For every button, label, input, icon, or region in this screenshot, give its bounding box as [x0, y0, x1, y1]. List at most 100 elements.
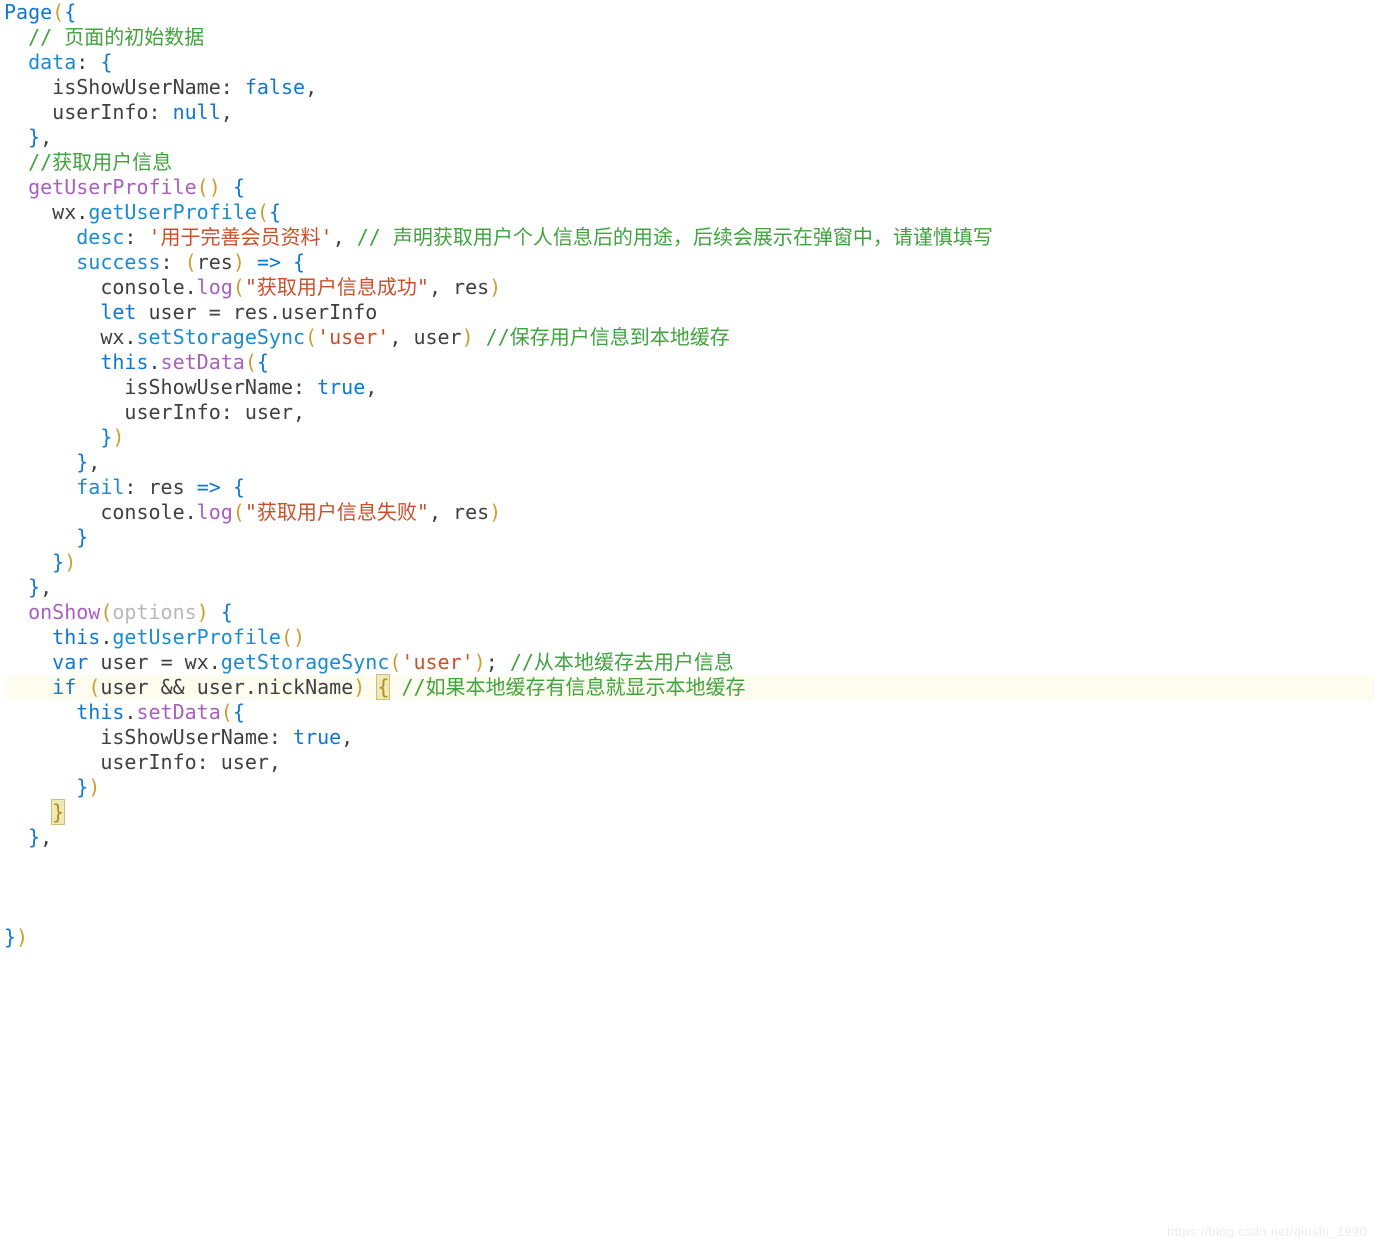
- comma: ,: [365, 375, 377, 399]
- param-res: res: [197, 250, 233, 274]
- call-setStorageSync: setStorageSync: [136, 325, 305, 349]
- arrow: =>: [257, 250, 281, 274]
- semi: ;: [486, 650, 498, 674]
- eq: =: [161, 650, 173, 674]
- prop-isShowUserName: isShowUserName: [124, 375, 293, 399]
- ident-res: res: [453, 500, 489, 524]
- colon: :: [161, 250, 173, 274]
- call-setData: setData: [161, 350, 245, 374]
- brace-open: {: [221, 600, 233, 624]
- prop-isShowUserName: isShowUserName: [52, 75, 221, 99]
- comma: ,: [341, 725, 353, 749]
- brace-close: }: [76, 450, 88, 474]
- val-true: true: [317, 375, 365, 399]
- param-options: options: [112, 600, 196, 624]
- prop-data: data: [28, 50, 76, 74]
- and: &&: [161, 675, 185, 699]
- comma: ,: [293, 400, 305, 424]
- brace-open: {: [269, 200, 281, 224]
- fn-onShow: onShow: [28, 600, 100, 624]
- code-editor[interactable]: Page({ // 页面的初始数据 data: { isShowUserName…: [0, 0, 1379, 950]
- brace-open: {: [233, 475, 245, 499]
- brace-highlight-open: {: [377, 675, 389, 699]
- kw-let: let: [100, 300, 136, 324]
- ident-user: user: [197, 675, 245, 699]
- brace-close: }: [4, 925, 16, 949]
- kw-var: var: [52, 650, 88, 674]
- ident-user: user: [413, 325, 461, 349]
- ident-console: console: [100, 500, 184, 524]
- eq: =: [209, 300, 221, 324]
- brace-open: {: [233, 700, 245, 724]
- paren-open: (: [100, 600, 112, 624]
- token-page: Page: [4, 0, 52, 24]
- kw-this: this: [52, 625, 100, 649]
- fn-getUserProfile: getUserProfile: [28, 175, 197, 199]
- brace-close: }: [76, 775, 88, 799]
- paren-open: (: [389, 650, 401, 674]
- colon: :: [269, 725, 281, 749]
- attr-nickName: nickName: [257, 675, 353, 699]
- paren-close: ): [197, 600, 209, 624]
- val-true: true: [293, 725, 341, 749]
- dot: .: [269, 300, 281, 324]
- brace-close: }: [76, 525, 88, 549]
- ident-wx: wx: [185, 650, 209, 674]
- colon: :: [149, 100, 161, 124]
- prop-success: success: [76, 250, 160, 274]
- ident-wx: wx: [52, 200, 76, 224]
- comma: ,: [429, 275, 441, 299]
- dot: .: [124, 325, 136, 349]
- str-user-key: 'user': [317, 325, 389, 349]
- comment: //从本地缓存去用户信息: [510, 650, 734, 674]
- paren-open: (: [257, 200, 269, 224]
- comma: ,: [88, 450, 100, 474]
- prop-desc: desc: [76, 225, 124, 249]
- brace-close: }: [28, 575, 40, 599]
- ident-user: user: [100, 650, 148, 674]
- comma: ,: [333, 225, 345, 249]
- prop-userInfo: userInfo: [124, 400, 220, 424]
- dot: .: [185, 500, 197, 524]
- paren-close: ): [64, 550, 76, 574]
- ident-user: user: [221, 750, 269, 774]
- comment: // 页面的初始数据: [28, 25, 204, 49]
- str-success: "获取用户信息成功": [245, 275, 429, 299]
- comment: //保存用户信息到本地缓存: [486, 325, 730, 349]
- attr-userInfo: userInfo: [281, 300, 377, 324]
- dot: .: [149, 350, 161, 374]
- paren-open: (: [305, 325, 317, 349]
- colon: :: [221, 75, 233, 99]
- call-log: log: [197, 500, 233, 524]
- prop-userInfo: userInfo: [100, 750, 196, 774]
- comment: //如果本地缓存有信息就显示本地缓存: [401, 675, 745, 699]
- paren-close: ): [462, 325, 474, 349]
- colon: :: [293, 375, 305, 399]
- paren-open: (: [88, 675, 100, 699]
- paren-open: (: [233, 275, 245, 299]
- brace-open: {: [293, 250, 305, 274]
- comma: ,: [269, 750, 281, 774]
- brace-close: }: [28, 125, 40, 149]
- ident-user: user: [100, 675, 148, 699]
- kw-if: if: [52, 675, 76, 699]
- ident-user: user: [149, 300, 197, 324]
- paren-open: (: [281, 625, 293, 649]
- paren-open: (: [233, 500, 245, 524]
- call-getStorageSync: getStorageSync: [221, 650, 390, 674]
- brace-highlight-close: }: [52, 800, 64, 824]
- paren-open: (: [197, 175, 209, 199]
- comma: ,: [40, 825, 52, 849]
- comma: ,: [305, 75, 317, 99]
- paren-open: (: [221, 700, 233, 724]
- paren-open: (: [52, 0, 64, 24]
- call-getUserProfile: getUserProfile: [112, 625, 281, 649]
- brace-open: {: [64, 0, 76, 24]
- kw-this: this: [100, 350, 148, 374]
- str-desc: '用于完善会员资料': [149, 225, 333, 249]
- brace-close: }: [52, 550, 64, 574]
- dot: .: [245, 675, 257, 699]
- paren-close: ): [474, 650, 486, 674]
- paren-close: ): [293, 625, 305, 649]
- paren-close: ): [353, 675, 365, 699]
